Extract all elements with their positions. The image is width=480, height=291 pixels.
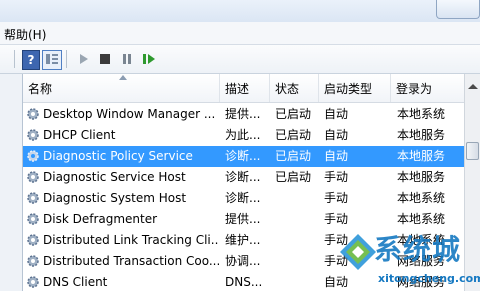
list-header: 名称 描述 状态 启动类型 登录为 xyxy=(23,74,464,103)
service-status xyxy=(275,251,319,272)
column-status[interactable]: 状态 xyxy=(270,74,319,102)
service-logon-as: 本地系统 xyxy=(397,107,446,121)
service-description: 诊断... xyxy=(225,170,261,184)
gear-icon xyxy=(27,150,39,162)
table-row[interactable]: Desktop Window Manager ... 提供... 已启动 自动 … xyxy=(23,104,464,125)
gear-icon xyxy=(27,108,39,120)
table-row[interactable]: Diagnostic System Host 诊断... 手动 本地系统 xyxy=(23,188,464,209)
watermark-brand: 系统城 xyxy=(374,233,462,266)
service-startup-type: 手动 xyxy=(324,191,349,205)
watermark-logo-icon xyxy=(340,234,376,270)
service-logon-as: 本地服务 xyxy=(397,149,446,163)
window-button[interactable] xyxy=(436,0,480,19)
service-logon-as: 本地服务 xyxy=(397,170,446,184)
service-name: Diagnostic Service Host xyxy=(43,170,186,184)
scroll-up-icon[interactable] xyxy=(468,84,478,89)
column-startup-type[interactable]: 启动类型 xyxy=(319,74,391,102)
gear-icon xyxy=(27,171,39,183)
service-name: Desktop Window Manager ... xyxy=(43,107,216,121)
service-name: Diagnostic System Host xyxy=(43,191,187,205)
help-icon[interactable]: ? xyxy=(22,50,40,70)
gear-icon xyxy=(27,192,39,204)
service-status xyxy=(275,188,319,209)
service-description: 为此... xyxy=(225,128,261,142)
service-startup-type: 自动 xyxy=(324,128,349,142)
table-row[interactable]: DHCP Client 为此... 已启动 自动 本地服务 xyxy=(23,125,464,146)
service-status xyxy=(275,209,319,230)
service-startup-type: 手动 xyxy=(324,170,349,184)
service-startup-type: 自动 xyxy=(324,107,349,121)
service-name: DNS Client xyxy=(43,275,108,289)
service-description: 诊断... xyxy=(225,149,261,163)
service-logon-as: 本地系统 xyxy=(397,191,446,205)
table-row[interactable]: Disk Defragmenter 提供... 手动 本地系统 xyxy=(23,209,464,230)
table-row-selected[interactable]: Diagnostic Policy Service 诊断... 已启动 自动 本… xyxy=(23,146,464,167)
service-name: Diagnostic Policy Service xyxy=(43,149,193,163)
watermark-url: xitongcheng.com xyxy=(378,272,480,285)
left-pane-edge xyxy=(0,74,23,291)
toolbar-separator xyxy=(66,50,67,68)
column-name[interactable]: 名称 xyxy=(23,74,220,102)
service-description: 维护... xyxy=(225,233,261,247)
menu-bar: 帮助(H) xyxy=(0,22,480,45)
gear-icon xyxy=(27,234,39,246)
service-logon-as: 本地系统 xyxy=(397,212,446,226)
service-description: 协调... xyxy=(225,254,261,268)
service-name: Disk Defragmenter xyxy=(43,212,158,226)
service-description: 诊断... xyxy=(225,191,261,205)
resume-icon[interactable] xyxy=(140,50,158,68)
gear-icon xyxy=(27,255,39,267)
toolbar-separator xyxy=(14,50,15,68)
toolbar: ? xyxy=(0,45,480,74)
service-name: Distributed Transaction Coo... xyxy=(43,254,219,268)
service-startup-type: 自动 xyxy=(324,149,349,163)
column-description[interactable]: 描述 xyxy=(220,74,270,102)
service-description: DNS... xyxy=(225,275,263,289)
service-status: 已启动 xyxy=(275,107,312,121)
watermark: 系统城 xitongcheng.com xyxy=(338,232,480,291)
service-logon-as: 本地服务 xyxy=(397,128,446,142)
gear-icon xyxy=(27,276,39,288)
title-bar xyxy=(0,0,480,22)
scrollbar-thumb[interactable] xyxy=(466,142,479,160)
gear-icon xyxy=(27,213,39,225)
stop-icon[interactable] xyxy=(96,50,114,68)
service-status: 已启动 xyxy=(275,128,312,142)
service-status: 已启动 xyxy=(275,170,312,184)
service-name: Distributed Link Tracking Cli... xyxy=(43,233,219,247)
column-logon-as[interactable]: 登录为 xyxy=(391,74,464,102)
service-status xyxy=(275,230,319,251)
service-status: 已启动 xyxy=(275,149,312,163)
menu-help[interactable]: 帮助(H) xyxy=(4,26,46,43)
view-icon[interactable] xyxy=(42,50,62,70)
gear-icon xyxy=(27,129,39,141)
table-row[interactable]: Diagnostic Service Host 诊断... 已启动 手动 本地服… xyxy=(23,167,464,188)
service-description: 提供... xyxy=(225,212,261,226)
play-icon[interactable] xyxy=(74,50,92,68)
service-description: 提供... xyxy=(225,107,261,121)
pause-icon[interactable] xyxy=(118,50,136,68)
service-name: DHCP Client xyxy=(43,128,116,142)
service-status xyxy=(275,272,319,291)
service-startup-type: 手动 xyxy=(324,212,349,226)
